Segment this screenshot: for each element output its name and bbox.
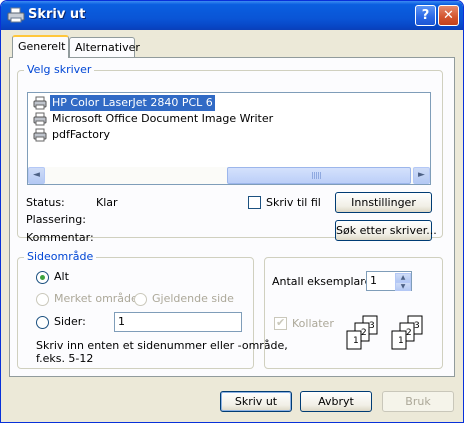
radio-current-page-label[interactable]: Gjeldende side [152, 292, 234, 305]
page-number-2: 2 [361, 328, 367, 338]
radio-all[interactable] [36, 271, 49, 284]
copies-label: Antall eksemplarer: [272, 275, 380, 288]
printer-icon [33, 128, 47, 142]
print-to-file-label[interactable]: Skriv til fil [266, 196, 321, 209]
horizontal-scrollbar[interactable]: ◄ ► [28, 167, 430, 184]
spin-up-icon[interactable]: ▲ [395, 273, 411, 282]
printer-name: pdfFactory [52, 128, 111, 141]
radio-current-page[interactable] [134, 293, 147, 306]
select-printer-label: Velg skriver [24, 63, 95, 76]
printer-list[interactable]: HP Color LaserJet 2840 PCL 6 Microsoft O… [27, 92, 431, 185]
print-dialog: Skriv ut ? ✕ Generelt Alternativer Velg … [0, 0, 464, 423]
window-title: Skriv ut [28, 7, 86, 22]
pages-input[interactable]: 1 [114, 312, 242, 332]
page-number-1: 1 [353, 336, 359, 346]
radio-pages[interactable] [36, 316, 49, 329]
select-printer-group: Velg skriver HP Color LaserJet 2840 PCL … [17, 63, 443, 244]
radio-pages-label[interactable]: Sider: [54, 315, 86, 328]
title-bar[interactable]: Skriv ut ? ✕ [1, 1, 463, 30]
comment-label: Kommentar: [26, 231, 94, 244]
close-button[interactable]: ✕ [438, 5, 459, 26]
location-label: Plassering: [26, 213, 86, 226]
collate-page-numbers: 3 2 1 3 2 1 [353, 321, 420, 346]
collate-label[interactable]: Kollater [292, 317, 334, 330]
pages-hint-line2: f.eks. 5-12 [36, 352, 94, 365]
cancel-button[interactable]: Avbryt [300, 391, 372, 412]
radio-all-label[interactable]: Alt [54, 270, 69, 283]
page-number-1: 1 [398, 336, 404, 346]
page-number-3: 3 [369, 321, 375, 331]
apply-button[interactable]: Bruk [382, 391, 454, 412]
print-to-file-checkbox[interactable] [248, 196, 261, 209]
preferences-button[interactable]: Innstillinger [335, 192, 432, 213]
page-number-3: 3 [414, 321, 420, 331]
printer-icon [33, 96, 47, 110]
spin-down-icon[interactable]: ▼ [395, 282, 411, 291]
collate-checkbox[interactable]: ✔ [274, 316, 287, 330]
page-range-label: Sideområde [24, 250, 97, 263]
page-range-group: Sideområde Alt Merket område Gjeldende s… [17, 250, 288, 369]
page-number-2: 2 [406, 328, 412, 338]
find-printer-button[interactable]: Søk etter skriver... [335, 220, 437, 241]
printer-icon [33, 112, 47, 126]
status-value: Klar [96, 196, 118, 209]
help-button[interactable]: ? [415, 5, 436, 26]
printer-name: Microsoft Office Document Image Writer [52, 112, 274, 125]
printer-name: HP Color LaserJet 2840 PCL 6 [50, 95, 215, 111]
pages-hint-line1: Skriv inn enten et sidenummer eller -omr… [36, 339, 288, 352]
scroll-left-icon[interactable]: ◄ [28, 167, 45, 184]
scrollbar-thumb[interactable] [227, 167, 411, 184]
scroll-right-icon[interactable]: ► [413, 167, 430, 184]
checkmark-icon: ✔ [276, 316, 286, 329]
radio-selection-label[interactable]: Merket område [54, 292, 138, 305]
radio-selected-dot [40, 275, 45, 280]
tab-general[interactable]: Generelt [12, 35, 69, 58]
radio-selection[interactable] [36, 293, 49, 306]
grip-icon [312, 172, 322, 179]
print-button[interactable]: Skriv ut [220, 391, 292, 412]
printer-icon [7, 7, 25, 23]
tab-options[interactable]: Alternativer [69, 37, 140, 57]
status-label: Status: [26, 196, 65, 209]
